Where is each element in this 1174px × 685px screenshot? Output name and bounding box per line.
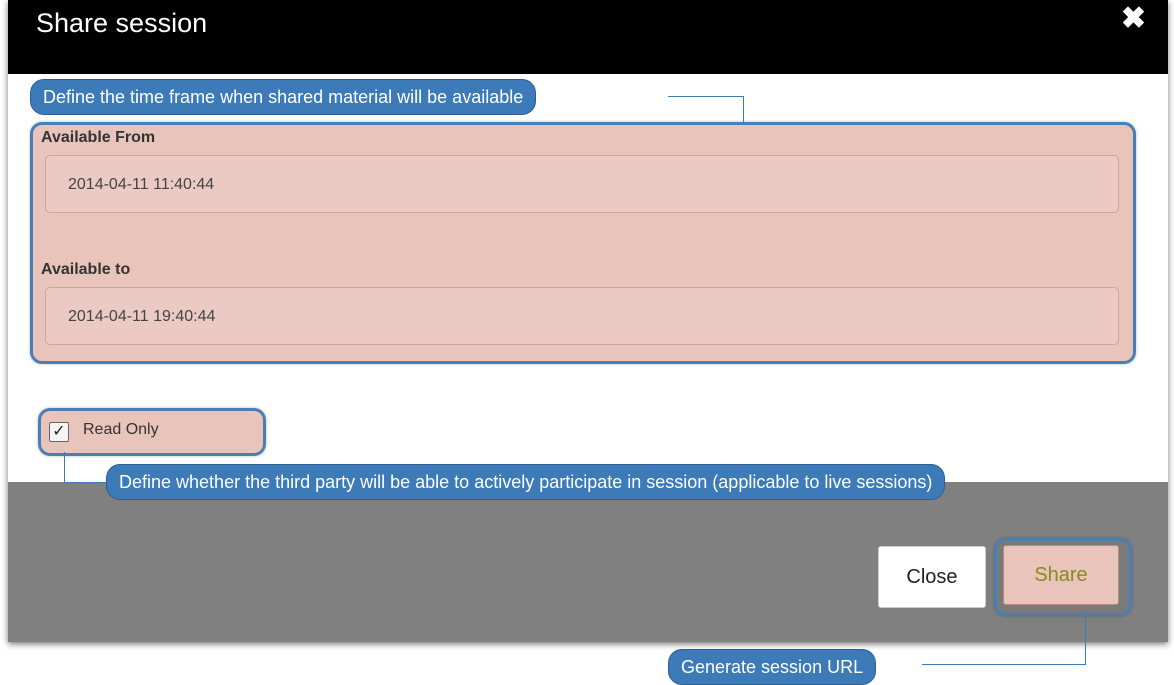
callout-connector xyxy=(668,96,744,97)
dialog-titlebar: Share session ✖ xyxy=(8,0,1168,74)
dialog-body: Available From 2014-04-11 11:40:44 Avail… xyxy=(8,74,1168,482)
share-button[interactable]: Share xyxy=(1003,545,1119,605)
callout-connector xyxy=(64,482,108,483)
read-only-callout: Define whether the third party will be a… xyxy=(106,464,946,500)
callout-connector xyxy=(922,664,1086,665)
dialog-title: Share session xyxy=(36,8,208,38)
available-to-field[interactable]: 2014-04-11 19:40:44 xyxy=(45,287,1119,345)
available-from-label: Available From xyxy=(41,129,156,146)
share-highlight: Share xyxy=(994,538,1132,616)
close-button[interactable]: Close xyxy=(878,546,986,608)
callout-connector xyxy=(743,96,744,122)
read-only-label: Read Only xyxy=(83,421,159,438)
share-callout: Generate session URL xyxy=(668,649,877,685)
time-frame-highlight: Available From 2014-04-11 11:40:44 Avail… xyxy=(30,122,1136,364)
callout-connector xyxy=(1085,612,1086,664)
read-only-checkbox[interactable]: ✓ xyxy=(49,422,69,442)
available-from-field[interactable]: 2014-04-11 11:40:44 xyxy=(45,155,1119,213)
read-only-highlight[interactable]: ✓ Read Only xyxy=(38,408,266,456)
callout-connector xyxy=(64,452,65,482)
dialog-footer: Close Share xyxy=(8,482,1168,642)
close-icon[interactable]: ✖ xyxy=(1121,4,1146,34)
time-frame-callout: Define the time frame when shared materi… xyxy=(30,79,537,115)
available-to-label: Available to xyxy=(41,261,131,278)
